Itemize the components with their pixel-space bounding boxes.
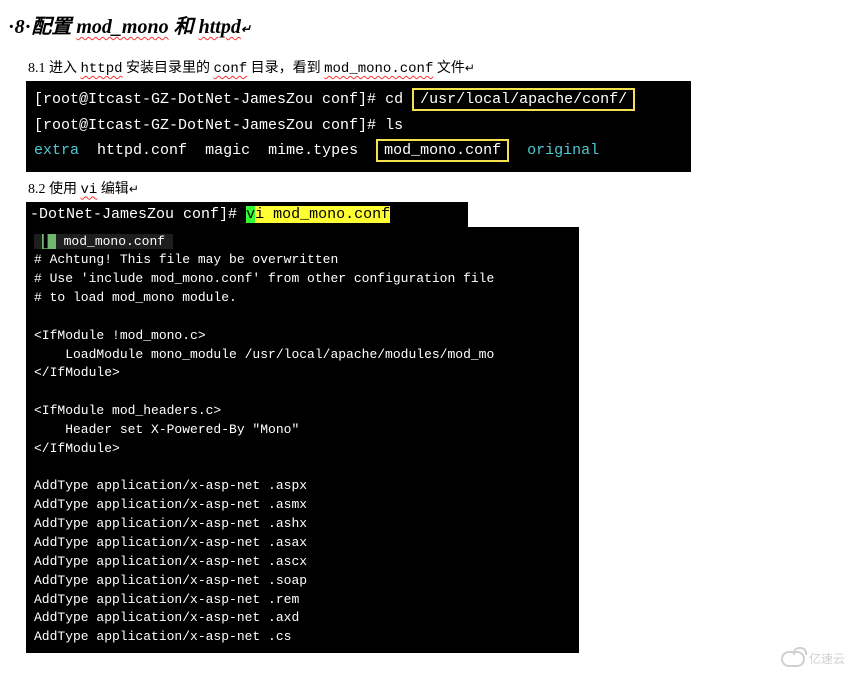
step-num: 8.1	[28, 61, 46, 76]
vi-v: v	[246, 206, 255, 223]
cmd-ls: ls	[385, 117, 403, 134]
terminal-line: extra httpd.conf magic mime.types mod_mo…	[34, 138, 683, 164]
heading-modmono: mod_mono	[76, 16, 168, 38]
vi-word: vi	[81, 182, 98, 198]
section-heading: ·8·配置 mod_mono 和 httpd↵	[8, 10, 851, 39]
shell-prompt: [root@Itcast-GZ-DotNet-JamesZou conf]#	[34, 91, 376, 108]
editor-tab: ▍ mod_mono.conf	[34, 234, 173, 249]
heading-num: 8	[15, 16, 25, 38]
shell-prompt: [root@Itcast-GZ-DotNet-JamesZou conf]#	[34, 117, 376, 134]
ls-magic: magic	[205, 142, 250, 159]
modmono-file: mod_mono.conf	[324, 61, 433, 77]
step-text: 使用	[49, 182, 77, 197]
tab-filename: mod_mono.conf	[64, 234, 165, 249]
highlight-span: vi mod_mono.conf	[246, 206, 390, 223]
step-8-1: 8.1 进入 httpd 安装目录里的 conf 目录，看到 mod_mono.…	[28, 57, 851, 77]
terminal-line: [root@Itcast-GZ-DotNet-JamesZou conf]# c…	[34, 87, 683, 113]
heading-httpd: httpd	[199, 16, 241, 38]
shell-prompt: -DotNet-JamesZou conf]#	[30, 206, 237, 223]
ls-modmono-highlight: mod_mono.conf	[376, 139, 509, 162]
terminal-line: [root@Itcast-GZ-DotNet-JamesZou conf]# l…	[34, 113, 683, 139]
ls-original: original	[527, 142, 599, 159]
return-arrow-icon: ↵	[241, 22, 251, 36]
terminal-block-2: -DotNet-JamesZou conf]# vi mod_mono.conf	[26, 202, 468, 227]
step-text: 文件	[437, 61, 465, 76]
ls-mime: mime.types	[268, 142, 358, 159]
tab-marker-icon: ▍	[42, 234, 56, 249]
watermark: 亿速云	[781, 650, 845, 667]
heading-text3: 和	[174, 16, 194, 38]
return-arrow-icon: ↵	[129, 182, 139, 196]
step-8-2: 8.2 使用 vi 编辑↵	[28, 178, 851, 198]
cloud-icon	[781, 651, 805, 667]
heading-dot: ·	[8, 16, 15, 38]
vi-rest: i mod_mono.conf	[255, 206, 390, 223]
return-arrow-icon: ↵	[465, 61, 475, 75]
space	[237, 206, 246, 223]
step-text: 安装目录里的	[126, 61, 210, 76]
httpd-word: httpd	[81, 61, 123, 77]
terminal-block-1: [root@Itcast-GZ-DotNet-JamesZou conf]# c…	[26, 81, 691, 172]
heading-text1: 配置	[31, 16, 71, 38]
conf-word: conf	[214, 61, 248, 77]
path-highlight: /usr/local/apache/conf/	[412, 88, 635, 111]
editor-body: # Achtung! This file may be overwritten …	[34, 252, 494, 644]
editor-block: ▍ mod_mono.conf # Achtung! This file may…	[26, 227, 579, 654]
watermark-text: 亿速云	[809, 650, 845, 667]
ls-extra: extra	[34, 142, 79, 159]
step-text: 进入	[49, 61, 77, 76]
step-text: 编辑	[101, 182, 129, 197]
step-num: 8.2	[28, 182, 46, 197]
ls-httpd: httpd.conf	[97, 142, 187, 159]
step-text: 目录，看到	[251, 61, 321, 76]
cmd-cd: cd	[385, 91, 403, 108]
